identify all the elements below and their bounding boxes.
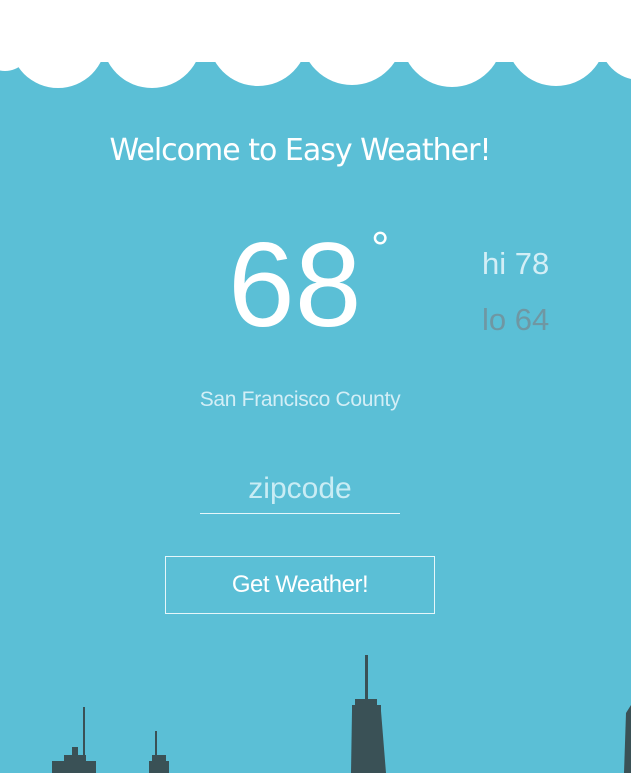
current-temperature: 68 (228, 218, 362, 352)
low-temperature: lo 64 (482, 302, 550, 337)
get-weather-button[interactable]: Get Weather! (165, 556, 435, 614)
high-temperature: hi 78 (482, 246, 550, 281)
page-title: Welcome to Easy Weather! (109, 133, 491, 168)
cloud-border-icon (0, 0, 631, 88)
zipcode-input[interactable] (200, 465, 400, 514)
degree-symbol: ° (371, 222, 390, 274)
city-skyline-icon (52, 655, 631, 773)
location-label: San Francisco County (199, 388, 401, 411)
